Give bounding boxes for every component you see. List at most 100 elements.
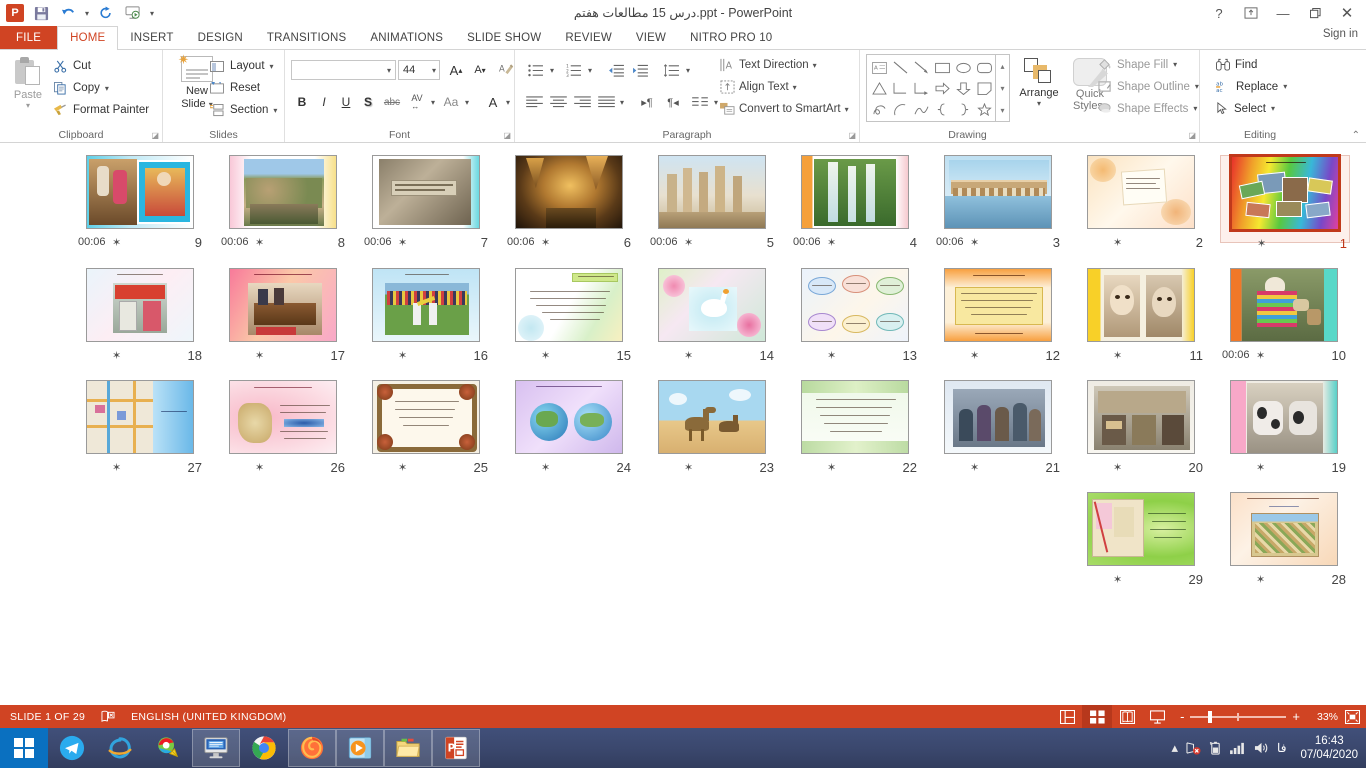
section-button[interactable]: Section ▾ — [209, 102, 277, 118]
language-indicator[interactable]: ENGLISH (UNITED KINGDOM) — [121, 711, 296, 723]
slide-thumbnail[interactable]: ✶16 — [362, 268, 492, 371]
cut-button[interactable]: Cut — [52, 58, 91, 74]
tab-home[interactable]: HOME — [57, 26, 118, 50]
slide-animation-icon[interactable]: ✶ — [541, 461, 555, 474]
save-icon[interactable] — [31, 3, 51, 23]
zoom-control[interactable]: - + — [1172, 709, 1308, 724]
shape-star-icon[interactable] — [974, 99, 995, 120]
replace-button[interactable]: abac Replace ▾ — [1216, 80, 1287, 93]
slide-counter[interactable]: SLIDE 1 OF 29 — [0, 711, 95, 723]
slide-animation-icon[interactable]: ✶ — [1257, 237, 1271, 250]
align-center-button[interactable] — [547, 92, 569, 112]
replace-dropdown-icon[interactable]: ▾ — [1283, 82, 1287, 91]
help-button[interactable]: ? — [1204, 2, 1234, 24]
slide-animation-icon[interactable]: ✶ — [970, 349, 984, 362]
slide-thumbnail[interactable]: 00:06✶7 — [362, 155, 492, 258]
shape-textbox-icon[interactable]: A — [869, 57, 890, 78]
slide-animation-icon[interactable]: ✶ — [684, 461, 698, 474]
strikethrough-button[interactable]: abc — [381, 92, 403, 112]
slide-animation-icon[interactable]: ✶ — [1256, 349, 1270, 362]
slide-thumbnail-image[interactable] — [801, 380, 909, 454]
clear-formatting-icon[interactable]: A — [497, 60, 515, 80]
shapes-gallery-scrollbar[interactable]: ▴ ▾ ▾ — [996, 54, 1010, 122]
font-dialog-launcher-icon[interactable]: ◪ — [503, 131, 511, 140]
slide-sorter-view-button[interactable] — [1082, 705, 1112, 728]
slide-thumbnail-image[interactable] — [1230, 268, 1338, 342]
slide-thumbnail-image[interactable] — [944, 380, 1052, 454]
shape-fill-button[interactable]: Shape Fill ▾ — [1098, 58, 1177, 71]
slide-thumbnail-image[interactable] — [229, 268, 337, 342]
slide-thumbnail-image[interactable] — [1087, 268, 1195, 342]
font-color-button[interactable]: A — [483, 92, 503, 112]
zoom-percentage[interactable]: 33% — [1308, 711, 1338, 723]
powerpoint-icon[interactable]: P — [432, 729, 480, 767]
character-spacing-dropdown-icon[interactable]: ▾ — [429, 92, 437, 112]
slide-thumbnail-image[interactable] — [515, 380, 623, 454]
slide-animation-icon[interactable]: ✶ — [827, 236, 841, 249]
zoom-slider[interactable] — [1190, 716, 1286, 718]
change-case-dropdown-icon[interactable]: ▾ — [463, 92, 471, 112]
slide-thumbnail-image[interactable] — [1230, 492, 1338, 566]
shape-outline-dropdown-icon[interactable]: ▾ — [1195, 82, 1199, 91]
slide-thumbnail-image[interactable] — [515, 155, 623, 229]
shape-fill-dropdown-icon[interactable]: ▾ — [1173, 60, 1177, 69]
arrange-dropdown-icon[interactable]: ▾ — [1037, 99, 1041, 108]
slide-thumbnail-image[interactable] — [944, 155, 1052, 229]
slide-thumbnail[interactable]: ✶25 — [362, 380, 492, 483]
justify-dropdown-icon[interactable]: ▾ — [617, 92, 627, 112]
copy-dropdown-icon[interactable]: ▾ — [105, 84, 109, 93]
slide-thumbnail[interactable]: ✶13 — [791, 268, 921, 371]
numbering-button[interactable]: 123 — [563, 60, 585, 80]
select-dropdown-icon[interactable]: ▾ — [1271, 104, 1275, 113]
shape-oval-icon[interactable] — [953, 57, 974, 78]
shape-effects-dropdown-icon[interactable]: ▾ — [1193, 104, 1197, 113]
slide-thumbnail-image[interactable] — [658, 268, 766, 342]
firefox-icon[interactable] — [288, 729, 336, 767]
slide-thumbnail-image[interactable] — [658, 155, 766, 229]
slide-animation-icon[interactable]: ✶ — [1256, 573, 1270, 586]
tab-slide-show[interactable]: SLIDE SHOW — [455, 26, 553, 49]
slide-thumbnail[interactable]: ✶15 — [505, 268, 635, 371]
shape-folded-corner-icon[interactable] — [974, 78, 995, 99]
slide-thumbnail-image[interactable] — [229, 380, 337, 454]
language-indicator-tray[interactable]: فا — [1277, 741, 1286, 755]
text-shadow-button[interactable]: S — [359, 92, 377, 112]
bullets-button[interactable] — [525, 60, 547, 80]
paragraph-dialog-launcher-icon[interactable]: ◪ — [848, 131, 856, 140]
zoom-in-button[interactable]: + — [1292, 709, 1300, 724]
increase-font-size-button[interactable]: A▴ — [445, 60, 467, 80]
slide-animation-icon[interactable]: ✶ — [398, 349, 412, 362]
italic-button[interactable]: I — [315, 92, 333, 112]
shape-down-arrow-icon[interactable] — [953, 78, 974, 99]
slide-animation-icon[interactable]: ✶ — [1113, 461, 1127, 474]
slide-animation-icon[interactable]: ✶ — [827, 461, 841, 474]
font-size-dropdown-icon[interactable]: ▾ — [432, 66, 436, 75]
slide-thumbnail-image[interactable] — [801, 155, 909, 229]
ltr-direction-button[interactable]: ▸¶ — [635, 92, 659, 112]
slide-thumbnail[interactable]: ✶20 — [1077, 380, 1207, 483]
slide-thumbnail[interactable]: ✶22 — [791, 380, 921, 483]
slide-animation-icon[interactable]: ✶ — [255, 461, 269, 474]
network-error-icon[interactable] — [1186, 741, 1201, 755]
zoom-slider-handle[interactable] — [1208, 711, 1212, 723]
slide-thumbnail-image[interactable] — [658, 380, 766, 454]
rtl-direction-button[interactable]: ¶◂ — [661, 92, 685, 112]
shape-arrow-icon[interactable] — [911, 57, 932, 78]
numbering-dropdown-icon[interactable]: ▾ — [585, 60, 595, 80]
google-chrome-icon[interactable] — [240, 729, 288, 767]
slide-thumbnail[interactable]: ✶27 — [76, 380, 206, 483]
slide-thumbnail[interactable]: 00:06✶4 — [791, 155, 921, 258]
character-spacing-button[interactable]: AV↔ — [405, 92, 429, 112]
align-right-button[interactable] — [571, 92, 593, 112]
copy-button[interactable]: Copy ▾ — [52, 80, 109, 96]
start-presentation-icon[interactable] — [123, 3, 143, 23]
paste-button[interactable]: Paste ▾ — [6, 54, 50, 122]
slide-thumbnail-image[interactable] — [372, 268, 480, 342]
signal-icon[interactable] — [1230, 741, 1246, 755]
slide-thumbnail[interactable]: 00:06✶8 — [219, 155, 349, 258]
slide-thumbnail[interactable]: 00:06✶5 — [648, 155, 778, 258]
slide-thumbnail[interactable]: 00:06✶10 — [1220, 268, 1350, 371]
slide-animation-icon[interactable]: ✶ — [684, 349, 698, 362]
text-direction-dropdown-icon[interactable]: ▾ — [813, 61, 817, 70]
slide-thumbnail[interactable]: ✶11 — [1077, 268, 1207, 371]
